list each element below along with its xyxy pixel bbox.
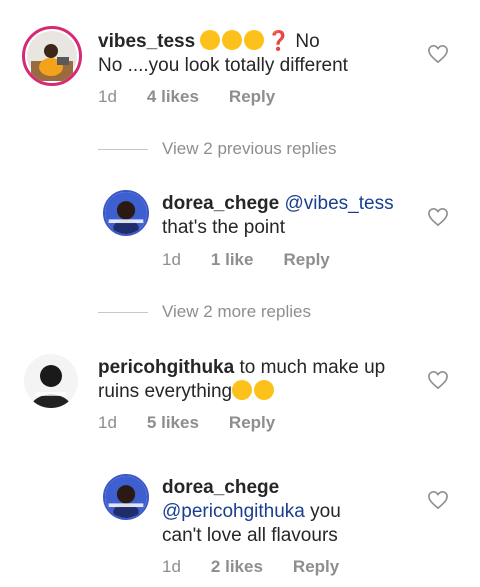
comment-text: dorea_chege @vibes_tess that's the point	[162, 192, 422, 240]
timestamp: 1d	[162, 557, 181, 576]
username[interactable]: dorea_chege	[162, 477, 279, 498]
likes-count[interactable]: 2 likes	[211, 557, 263, 577]
avatar[interactable]	[24, 354, 78, 408]
tears-of-joy-icon	[254, 380, 275, 400]
avatar[interactable]	[103, 474, 149, 520]
reply-button[interactable]: Reply	[229, 87, 275, 107]
username[interactable]: vibes_tess	[98, 31, 195, 52]
avatar-image	[24, 354, 78, 408]
heart-icon[interactable]	[427, 490, 449, 510]
heart-icon[interactable]	[427, 370, 449, 390]
comment-body-line2: can't love all flavours	[162, 525, 338, 546]
avatar[interactable]	[103, 190, 149, 236]
flushed-face-icon	[244, 30, 265, 50]
view-more-label[interactable]: View 2 more replies	[162, 302, 311, 322]
mention-link[interactable]: @pericohgithuka	[162, 501, 305, 522]
likes-count[interactable]: 4 likes	[147, 87, 199, 107]
view-previous-replies[interactable]: View 2 previous replies	[98, 139, 337, 159]
comment-meta: 1d 2 likes Reply	[162, 557, 339, 577]
flushed-face-icon	[200, 30, 221, 50]
timestamp: 1d	[162, 250, 181, 269]
comment-prefix: ❓ No	[266, 31, 320, 52]
mention-link[interactable]: @vibes_tess	[285, 193, 394, 214]
likes-count[interactable]: 5 likes	[147, 413, 199, 433]
reply-button[interactable]: Reply	[283, 250, 329, 270]
heart-icon[interactable]	[427, 44, 449, 64]
comment-meta: 1d 1 like Reply	[162, 250, 330, 270]
comment-meta: 1d 5 likes Reply	[98, 413, 275, 433]
view-previous-label[interactable]: View 2 previous replies	[162, 139, 337, 159]
avatar-image	[105, 192, 147, 234]
tears-of-joy-icon	[232, 380, 253, 400]
timestamp: 1d	[98, 87, 117, 106]
reply-button[interactable]: Reply	[229, 413, 275, 433]
comment-body: that's the point	[162, 217, 285, 238]
reply-button[interactable]: Reply	[293, 557, 339, 577]
comment-text: dorea_chege @pericohgithuka you can't lo…	[162, 476, 422, 548]
avatar[interactable]	[22, 26, 82, 86]
likes-count[interactable]: 1 like	[211, 250, 254, 270]
comment-body: to much make up	[239, 357, 386, 378]
comment-body: No ....you look totally different	[98, 55, 348, 76]
comment-body: you	[310, 501, 341, 522]
comment-meta: 1d 4 likes Reply	[98, 87, 275, 107]
divider	[98, 148, 148, 150]
username[interactable]: dorea_chege	[162, 193, 279, 214]
username[interactable]: pericohgithuka	[98, 357, 234, 378]
avatar-image	[27, 31, 77, 81]
comment-text: pericohgithuka to much make up ruins eve…	[98, 356, 418, 404]
divider	[98, 311, 148, 313]
flushed-face-icon	[222, 30, 243, 50]
comment-body-line2: ruins everything	[98, 381, 233, 402]
heart-icon[interactable]	[427, 207, 449, 227]
view-more-replies[interactable]: View 2 more replies	[98, 302, 311, 322]
comment-text: vibes_tess ❓ No No ....you look totally …	[98, 30, 418, 78]
timestamp: 1d	[98, 413, 117, 432]
avatar-image	[105, 476, 147, 518]
